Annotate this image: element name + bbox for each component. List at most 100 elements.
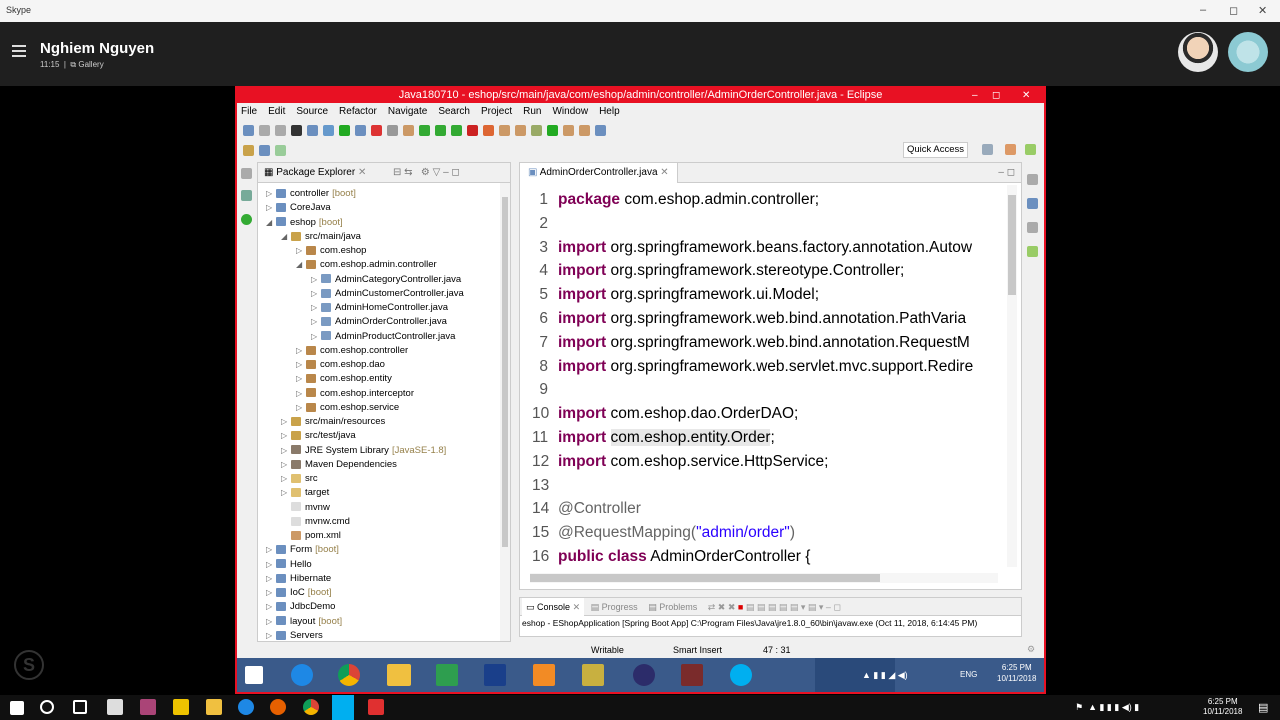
- toolbar-icon[interactable]: [355, 124, 366, 136]
- toolbar-icon[interactable]: [467, 124, 478, 136]
- office-icon[interactable]: [533, 664, 555, 686]
- console-toolbar-icons[interactable]: ⇄ ✖ ✖ ■ ▤ ▤ ▤ ▤ ▤ ▾ ▤ ▾ – ◻: [708, 602, 841, 612]
- tree-item[interactable]: ▷ CoreJava: [266, 201, 331, 215]
- settings-icon[interactable]: ⚙: [1027, 644, 1035, 655]
- tree-item[interactable]: ▷ AdminCustomerController.java: [311, 287, 464, 301]
- expand-icon[interactable]: ◢: [281, 230, 291, 244]
- minimize-button[interactable]: –: [1200, 4, 1206, 16]
- toolbar-icon[interactable]: [371, 124, 382, 136]
- code-line[interactable]: package com.eshop.admin.controller;: [558, 191, 819, 209]
- code-area[interactable]: 1 package com.eshop.admin.controller; 2 3 im…: [520, 183, 998, 573]
- tree-item[interactable]: ▷ com.eshop.interceptor: [296, 387, 414, 401]
- eclipse-icon[interactable]: [633, 664, 655, 686]
- tree-item[interactable]: ▷ AdminProductController.java: [311, 330, 455, 344]
- calculator-icon[interactable]: [107, 699, 123, 715]
- tree-item[interactable]: ◢ eshop [boot]: [266, 216, 343, 230]
- expand-icon[interactable]: ▷: [266, 201, 276, 215]
- expand-icon[interactable]: ▷: [266, 543, 276, 557]
- expand-icon[interactable]: ▷: [311, 315, 321, 329]
- code-line[interactable]: import org.springframework.ui.Model;: [558, 286, 819, 304]
- restore-icon[interactable]: [241, 168, 252, 179]
- toolbar-icon[interactable]: [323, 124, 334, 136]
- scrollbar-thumb[interactable]: [502, 197, 508, 547]
- toolbar-icon[interactable]: [515, 124, 526, 136]
- tab-console[interactable]: ▭ Console ✕: [522, 598, 585, 616]
- chrome-icon[interactable]: [303, 699, 319, 715]
- toolbar-icon[interactable]: [419, 124, 430, 136]
- tree-item[interactable]: ◢ src/main/java: [281, 230, 361, 244]
- file-explorer-icon[interactable]: [206, 699, 222, 715]
- file-explorer-icon[interactable]: [387, 664, 411, 686]
- code-line[interactable]: @RequestMapping("admin/order"): [558, 524, 795, 542]
- skype-icon[interactable]: [730, 664, 752, 686]
- windows-start-icon[interactable]: [245, 666, 263, 684]
- menu-item[interactable]: File: [241, 106, 257, 117]
- expand-icon[interactable]: ▷: [296, 372, 306, 386]
- ie-icon[interactable]: [291, 664, 313, 686]
- expand-icon[interactable]: ▷: [266, 586, 276, 600]
- toolbar-icon[interactable]: [339, 124, 350, 136]
- close-icon[interactable]: ✕: [660, 167, 668, 178]
- expand-icon[interactable]: ▷: [281, 472, 291, 486]
- tools-icon[interactable]: [582, 664, 604, 686]
- toolbar-icon[interactable]: [451, 124, 462, 136]
- toolbar-icon[interactable]: [595, 124, 606, 136]
- debug-perspective-icon[interactable]: [1025, 144, 1036, 155]
- expand-icon[interactable]: ▷: [281, 444, 291, 458]
- screen-recorder-icon[interactable]: [368, 699, 384, 715]
- tree-item[interactable]: ▷ src/test/java: [281, 429, 356, 443]
- toolbar-icon[interactable]: [563, 124, 574, 136]
- menu-item[interactable]: Project: [481, 106, 512, 117]
- restore-icon[interactable]: [1027, 174, 1038, 185]
- collapse-all-icon[interactable]: ⊟ ⇆ ⚙ ▽ – ◻: [393, 163, 460, 183]
- expand-icon[interactable]: ▷: [311, 301, 321, 315]
- language-indicator[interactable]: ENG: [960, 670, 977, 679]
- java-perspective-icon[interactable]: [1005, 144, 1016, 155]
- menu-item[interactable]: Edit: [268, 106, 285, 117]
- maximize-icon[interactable]: – ◻: [998, 163, 1015, 183]
- back-icon[interactable]: [259, 144, 270, 156]
- menu-item[interactable]: Help: [599, 106, 620, 117]
- tab-progress[interactable]: ▤ Progress: [591, 602, 638, 612]
- close-icon[interactable]: ✕: [1022, 88, 1030, 103]
- winrar-icon[interactable]: [681, 664, 703, 686]
- avatar[interactable]: [1178, 32, 1218, 72]
- tree-item[interactable]: ▷ Form [boot]: [266, 543, 339, 557]
- clock[interactable]: 6:25 PM 10/11/2018: [1203, 697, 1242, 717]
- toolbar-icon[interactable]: [275, 124, 286, 136]
- expand-icon[interactable]: ▷: [296, 387, 306, 401]
- expand-icon[interactable]: ▷: [281, 415, 291, 429]
- code-line[interactable]: import org.springframework.beans.factory…: [558, 239, 972, 257]
- tree-item[interactable]: ▷ com.eshop: [296, 244, 366, 258]
- notifications-icon[interactable]: ▤: [1258, 701, 1268, 714]
- toolbar-icon[interactable]: [435, 124, 446, 136]
- close-icon[interactable]: ✕: [358, 167, 366, 178]
- expand-icon[interactable]: ▷: [311, 330, 321, 344]
- tree-item[interactable]: ▷ Servers: [266, 629, 323, 643]
- scrollbar-thumb[interactable]: [1008, 195, 1016, 295]
- maximize-button[interactable]: ◻: [1229, 4, 1238, 17]
- code-line[interactable]: import com.eshop.entity.Order;: [558, 429, 775, 447]
- quick-access-field[interactable]: Quick Access: [903, 142, 969, 158]
- expand-icon[interactable]: ▷: [266, 629, 276, 643]
- tree-item[interactable]: ▷ target: [281, 486, 329, 500]
- tree-item[interactable]: ▷ AdminCategoryController.java: [311, 273, 461, 287]
- scrollbar-thumb[interactable]: [530, 574, 880, 582]
- visual-studio-icon[interactable]: [484, 664, 506, 686]
- code-line[interactable]: import org.springframework.stereotype.Co…: [558, 262, 904, 280]
- expand-icon[interactable]: ▷: [296, 344, 306, 358]
- tree-item[interactable]: ▷ com.eshop.service: [296, 401, 399, 415]
- tree-item[interactable]: mvnw.cmd: [281, 515, 350, 529]
- task-view-icon[interactable]: [73, 700, 87, 714]
- tree-item[interactable]: ▷ AdminHomeController.java: [311, 301, 448, 315]
- code-line[interactable]: import com.eshop.service.HttpService;: [558, 453, 828, 471]
- toolbar-icon[interactable]: [291, 124, 302, 136]
- toolbar-icon[interactable]: [531, 124, 542, 136]
- firefox-icon[interactable]: [270, 699, 286, 715]
- tree-item[interactable]: ▷ IoC [boot]: [266, 586, 332, 600]
- menu-item[interactable]: Navigate: [388, 106, 427, 117]
- tree-item[interactable]: ◢ com.eshop.admin.controller: [296, 258, 437, 272]
- restore-icon[interactable]: ◻: [992, 88, 1000, 103]
- tray-icons[interactable]: ⚑ ▲ ▮ ▮ ▮ ◀) ▮: [1075, 702, 1139, 713]
- vertical-scrollbar[interactable]: [500, 183, 510, 641]
